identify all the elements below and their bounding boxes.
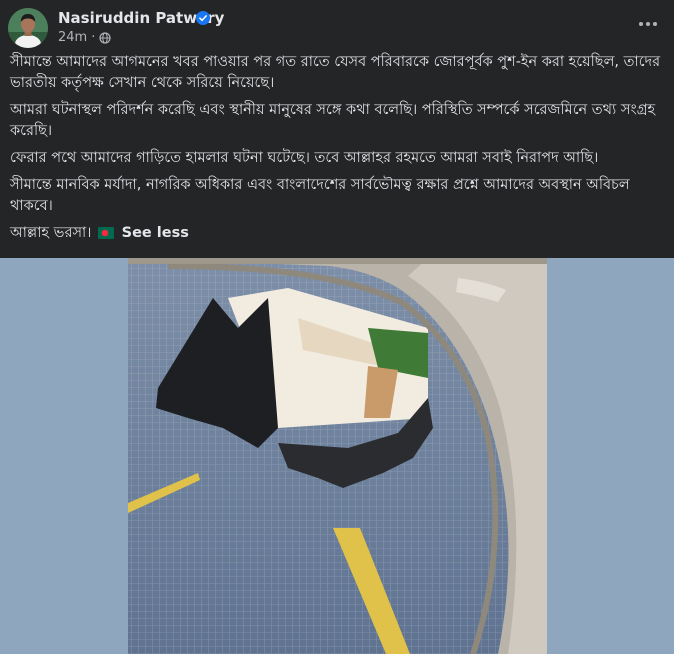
post-closing-line: আল্লাহ ভরসা। See less bbox=[10, 223, 662, 246]
more-options-icon[interactable] bbox=[634, 14, 662, 34]
meta-separator: · bbox=[91, 30, 96, 45]
post-text: সীমান্তে আমাদের আগমনের খবর পাওয়ার পর গত… bbox=[10, 52, 662, 252]
post-paragraph: সীমান্তে আমাদের আগমনের খবর পাওয়ার পর গত… bbox=[10, 54, 661, 91]
author-avatar[interactable] bbox=[8, 8, 48, 48]
post-header: Nasiruddin Patwary 24m · bbox=[0, 0, 674, 52]
post-paragraph: সীমান্তে মানবিক মর্যাদা, নাগরিক অধিকার এ… bbox=[10, 177, 630, 214]
globe-icon[interactable] bbox=[99, 31, 111, 44]
post-paragraph: আমরা ঘটনাস্থল পরিদর্শন করেছি এবং স্থানীয… bbox=[10, 102, 656, 139]
see-less-link[interactable]: See less bbox=[122, 225, 189, 241]
post-media[interactable] bbox=[0, 258, 674, 654]
post-meta: 24m · bbox=[58, 30, 111, 45]
facebook-post: Nasiruddin Patwary 24m · সীমান্তে আমাদের… bbox=[0, 0, 674, 654]
verified-badge-icon bbox=[196, 10, 210, 25]
post-closing: আল্লাহ ভরসা। bbox=[10, 225, 92, 241]
post-paragraph: ফেরার পথে আমাদের গাড়িতে হামলার ঘটনা ঘটে… bbox=[10, 150, 599, 166]
bangladesh-flag-icon bbox=[98, 225, 115, 246]
post-timestamp[interactable]: 24m bbox=[58, 30, 87, 45]
post-photo[interactable] bbox=[128, 258, 547, 654]
